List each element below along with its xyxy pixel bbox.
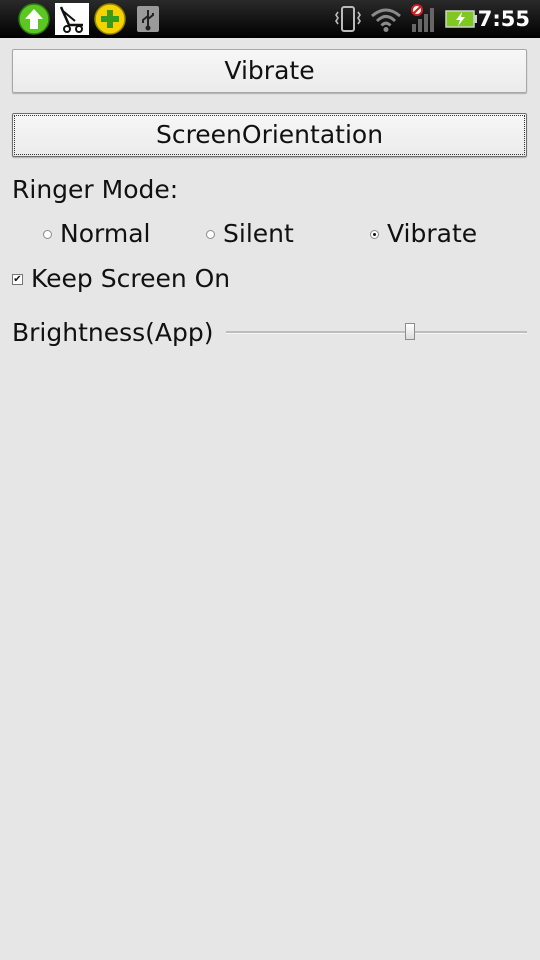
beach-chair-app-icon: [55, 3, 89, 35]
radio-vibrate-label: Vibrate: [387, 219, 478, 248]
brightness-label: Brightness(App): [12, 318, 214, 347]
usb-icon: [136, 3, 168, 35]
keep-screen-on-checkbox[interactable]: ✔: [12, 273, 23, 285]
plus-badge-icon: [94, 3, 126, 35]
battery-charging-icon: [445, 3, 477, 35]
no-signal-icon: [409, 3, 441, 35]
radio-vibrate[interactable]: Vibrate: [370, 218, 477, 250]
radio-vibrate-indicator[interactable]: [370, 229, 379, 239]
radio-silent[interactable]: Silent: [206, 218, 294, 250]
vibrate-mode-icon: [333, 3, 365, 35]
radio-normal-label: Normal: [60, 219, 151, 248]
app-screen: 7:55 Vibrate ScreenOrientation Ringer Mo…: [0, 0, 540, 960]
radio-normal-indicator[interactable]: [43, 229, 52, 239]
radio-silent-label: Silent: [223, 219, 294, 248]
radio-normal[interactable]: Normal: [43, 218, 150, 250]
radio-silent-indicator[interactable]: [206, 229, 215, 239]
vibrate-button[interactable]: Vibrate: [12, 49, 527, 93]
status-time: 7:55: [477, 7, 530, 31]
status-bar: 7:55: [0, 0, 540, 38]
brightness-slider-track[interactable]: [226, 331, 527, 334]
brightness-slider[interactable]: [226, 320, 527, 344]
wifi-icon: [369, 3, 401, 35]
screen-orientation-button[interactable]: ScreenOrientation: [12, 113, 527, 157]
ringer-mode-label: Ringer Mode:: [12, 175, 179, 204]
keep-screen-on-row[interactable]: ✔ Keep Screen On: [12, 263, 230, 295]
upload-arrow-icon: [18, 3, 50, 35]
keep-screen-on-label: Keep Screen On: [31, 264, 231, 293]
brightness-slider-thumb[interactable]: [404, 323, 415, 340]
